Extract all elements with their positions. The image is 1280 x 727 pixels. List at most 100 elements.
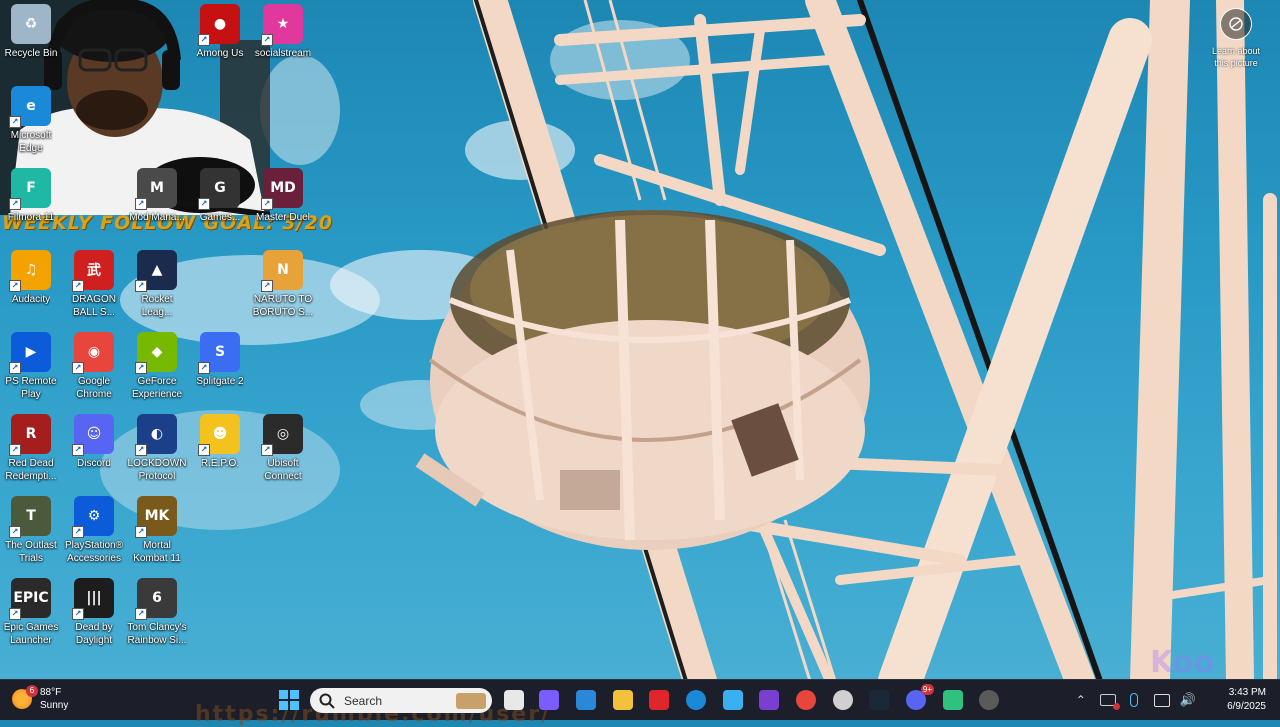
steam-icon xyxy=(869,690,889,710)
outlast-icon: T ↗ xyxy=(9,496,51,538)
desktop-icon-label: R.E.P.O. xyxy=(200,458,240,469)
obs-icon xyxy=(833,690,853,710)
purple-app-icon xyxy=(759,690,779,710)
taskbar-app-app-purple[interactable] xyxy=(755,686,783,714)
discord-notification-badge: 9+ xyxy=(920,684,934,695)
weather-condition: Sunny xyxy=(40,700,69,711)
clock[interactable]: 3:43 PM 6/9/2025 xyxy=(1227,686,1266,714)
desktop-icon-games[interactable]: G ↗ Games... xyxy=(189,168,251,224)
shortcut-arrow-icon: ↗ xyxy=(198,362,210,374)
taskbar-app-media-player[interactable] xyxy=(975,686,1003,714)
learn-about-picture-label: Learn about this picture xyxy=(1211,46,1261,68)
desktop-icon-label: Filmora 11 xyxy=(7,212,55,223)
shortcut-arrow-icon: ↗ xyxy=(198,34,210,46)
shortcut-arrow-icon: ↗ xyxy=(135,280,147,292)
weather-temperature: 88°F xyxy=(40,687,62,698)
taskbar-app-weather-app[interactable] xyxy=(719,686,747,714)
taskbar-app-app-red[interactable] xyxy=(645,686,673,714)
desktop-icon-label: Among Us xyxy=(196,48,244,59)
taskbar-app-steam[interactable] xyxy=(865,686,893,714)
shortcut-arrow-icon: ↗ xyxy=(261,198,273,210)
shortcut-arrow-icon: ↗ xyxy=(72,444,84,456)
desktop-icon-dead-by-daylight[interactable]: ||| ↗ Dead by Daylight xyxy=(63,578,125,647)
audacity-icon: ♫ ↗ xyxy=(9,250,51,292)
desktop-icon-naruto[interactable]: N ↗ NARUTO TO BORUTO S... xyxy=(252,250,314,319)
desktop-icon-audacity[interactable]: ♫ ↗ Audacity xyxy=(0,250,62,306)
taskbar-app-file-explorer[interactable] xyxy=(609,686,637,714)
taskbar-app-app-green[interactable] xyxy=(939,686,967,714)
desktop-icon-splitgate[interactable]: S ↗ Splitgate 2 xyxy=(189,332,251,388)
network-warning-icon[interactable] xyxy=(1099,694,1120,710)
desktop-icon-repo[interactable]: ☻ ↗ R.E.P.O. xyxy=(189,414,251,470)
desktop-icon-mod-manager[interactable]: M ↗ Mod Mana... xyxy=(126,168,188,224)
shortcut-arrow-icon: ↗ xyxy=(135,526,147,538)
learn-about-picture-button[interactable]: Learn about this picture xyxy=(1210,8,1262,69)
desktop-icon-geforce[interactable]: ◆ ↗ GeForce Experience xyxy=(126,332,188,401)
desktop-icon-chrome[interactable]: ◉ ↗ Google Chrome xyxy=(63,332,125,401)
desktop-icon-rocket-league[interactable]: ▲ ↗ Rocket Leag... xyxy=(126,250,188,319)
desktop-icon-label: Red Dead Redempti... xyxy=(5,458,57,482)
camera-icon xyxy=(1220,8,1252,40)
shortcut-arrow-icon: ↗ xyxy=(261,280,273,292)
taskbar-app-store[interactable] xyxy=(572,686,600,714)
desktop-icon-label: Splitgate 2 xyxy=(196,376,244,387)
shortcut-arrow-icon: ↗ xyxy=(9,444,21,456)
taskbar-search-box[interactable]: Search xyxy=(310,688,492,713)
desktop-icon-label: The Outlast Trials xyxy=(5,540,57,564)
recycle-bin-icon: ♻ xyxy=(11,4,51,44)
desktop-icon-label: LOCKDOWN Protocol xyxy=(127,458,187,482)
desktop-icon-label: Master Duel xyxy=(256,212,310,223)
desktop-icon-label: Ubisoft Connect xyxy=(264,458,302,482)
desktop-icon-lockdown[interactable]: ◐ ↗ LOCKDOWN Protocol xyxy=(126,414,188,483)
chrome-icon xyxy=(796,690,816,710)
desktop-icon-label: Microsoft Edge xyxy=(10,130,52,154)
desktop-icon-master-duel[interactable]: MD ↗ Master Duel xyxy=(252,168,314,224)
taskbar-app-chrome[interactable] xyxy=(792,686,820,714)
microphone-icon[interactable] xyxy=(1129,693,1138,707)
taskbar-app-discord[interactable]: 9+ xyxy=(902,684,934,714)
start-button[interactable] xyxy=(275,686,303,714)
desktop-icon-label: Audacity xyxy=(11,294,51,305)
desktop-icon-mortal-kombat[interactable]: MK ↗ Mortal Kombat 11 xyxy=(126,496,188,565)
naruto-icon: N ↗ xyxy=(261,250,303,292)
taskbar-app-copilot[interactable] xyxy=(535,686,563,714)
shortcut-arrow-icon: ↗ xyxy=(135,608,147,620)
svg-text:Koo: Koo xyxy=(1150,645,1214,680)
desktop-icon-epic-games[interactable]: EPIC ↗ Epic Games Launcher xyxy=(0,578,62,647)
desktop-icon-among-us[interactable]: ● ↗ Among Us xyxy=(189,4,251,60)
weather-widget[interactable]: 6 88°F Sunny xyxy=(12,685,69,712)
taskbar-app-obs[interactable] xyxy=(829,686,857,714)
desktop-icon-label: Recycle Bin xyxy=(4,48,58,59)
desktop-icon-ps-accessories[interactable]: ⚙ ↗ PlayStation® Accessories xyxy=(63,496,125,565)
discord-icon: 9+ xyxy=(906,684,934,710)
show-hidden-icons-chevron-icon[interactable]: ⌃ xyxy=(1076,693,1086,707)
among-us-icon: ● ↗ xyxy=(198,4,240,46)
search-highlight-icon xyxy=(456,692,486,709)
chrome-icon: ◉ ↗ xyxy=(72,332,114,374)
filmora-icon: F ↗ xyxy=(9,168,51,210)
desktop-icon-label: Mod Mana... xyxy=(129,212,185,223)
speaker-icon[interactable]: 🔊 xyxy=(1180,692,1196,708)
taskbar-app-task-view[interactable] xyxy=(500,686,528,714)
edge-icon xyxy=(686,690,706,710)
desktop-icon-edge[interactable]: e ↗ Microsoft Edge xyxy=(0,86,62,155)
clock-time: 3:43 PM xyxy=(1228,687,1266,698)
desktop-icon-dragon-ball[interactable]: 武 ↗ DRAGON BALL S... xyxy=(63,250,125,319)
shortcut-arrow-icon: ↗ xyxy=(72,526,84,538)
desktop-icon-ps-remote[interactable]: ▶ ↗ PS Remote Play xyxy=(0,332,62,401)
desktop-icon-outlast[interactable]: T ↗ The Outlast Trials xyxy=(0,496,62,565)
desktop-icon-discord[interactable]: ☺ ↗ Discord xyxy=(63,414,125,470)
display-icon[interactable] xyxy=(1153,693,1170,707)
desktop-icon-label: GeForce Experience xyxy=(131,376,183,400)
shortcut-arrow-icon: ↗ xyxy=(72,362,84,374)
desktop-icon-filmora[interactable]: F ↗ Filmora 11 xyxy=(0,168,62,224)
desktop-icon-red-dead[interactable]: R ↗ Red Dead Redempti... xyxy=(0,414,62,483)
taskbar-app-edge[interactable] xyxy=(682,686,710,714)
desktop-icon-ubisoft[interactable]: ◎ ↗ Ubisoft Connect xyxy=(252,414,314,483)
desktop-icon-rainbow-six[interactable]: 6 ↗ Tom Clancy's Rainbow Si... xyxy=(126,578,188,647)
windows-start-icon xyxy=(279,690,299,710)
shortcut-arrow-icon: ↗ xyxy=(135,362,147,374)
desktop-icon-socialstream[interactable]: ★ ↗ socialstream xyxy=(252,4,314,60)
desktop-icon-recycle-bin[interactable]: ♻ Recycle Bin xyxy=(0,4,62,60)
ps-accessories-icon: ⚙ ↗ xyxy=(72,496,114,538)
